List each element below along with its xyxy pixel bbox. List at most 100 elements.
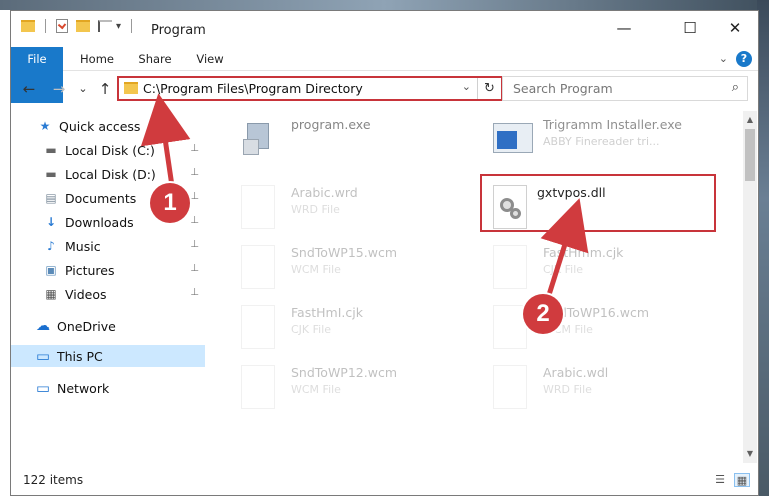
search-placeholder: Search Program xyxy=(513,81,613,96)
pin-icon[interactable]: ⊥ xyxy=(190,191,199,202)
details-view-icon[interactable]: ☰ xyxy=(712,473,728,487)
quick-access-toolbar: ▾ xyxy=(21,19,133,33)
folder-icon xyxy=(21,20,35,32)
cloud-icon: ☁ xyxy=(36,318,50,334)
file-type: WCM File xyxy=(291,383,341,396)
scroll-up-icon[interactable]: ▲ xyxy=(743,113,757,127)
minimize-button[interactable]: — xyxy=(601,15,647,41)
downloads-icon: ↓ xyxy=(45,215,57,229)
separator xyxy=(45,19,46,33)
music-icon: ♪ xyxy=(47,239,55,253)
search-icon[interactable]: ⌕ xyxy=(732,80,739,95)
file-name: Arabic.wrd xyxy=(291,185,358,200)
tab-home[interactable]: Home xyxy=(73,47,121,71)
tiles-view-icon[interactable]: ▦ xyxy=(734,473,750,487)
sidebar-item-label: Network xyxy=(57,380,110,396)
separator xyxy=(131,19,133,33)
file-item[interactable]: SndToWP15.wcm WCM File xyxy=(219,243,449,299)
sidebar-item-local-disk-c[interactable]: ▬ Local Disk (C:) ⊥ xyxy=(11,139,205,161)
file-name: Arabic.wdl xyxy=(543,365,609,380)
help-icon[interactable]: ? xyxy=(736,51,752,67)
address-path[interactable]: C:\Program Files\Program Directory xyxy=(143,81,363,96)
file-highlight-box xyxy=(480,174,716,232)
chevron-down-icon[interactable]: ⌄ xyxy=(462,80,471,93)
pin-icon[interactable]: ⊥ xyxy=(190,239,199,250)
computer-icon: ▭ xyxy=(35,347,51,365)
tab-share[interactable]: Share xyxy=(131,47,179,71)
title-bar: ▾ Program — ☐ ✕ xyxy=(11,11,758,42)
file-icon xyxy=(493,245,527,289)
maximize-button[interactable]: ☐ xyxy=(667,15,713,41)
window-title: Program xyxy=(151,23,206,38)
refresh-button[interactable]: ↻ xyxy=(477,78,501,99)
chevron-down-icon[interactable]: ▾ xyxy=(116,21,121,32)
file-name: FastHmI.cjk xyxy=(291,305,363,320)
sidebar-item-label: Quick access xyxy=(59,118,141,134)
sidebar-item-label: Music xyxy=(65,238,101,254)
file-item[interactable]: FastHmI.cjk CJK File xyxy=(219,303,449,359)
properties-icon[interactable] xyxy=(56,19,68,33)
drive-icon: ▬ xyxy=(45,143,57,157)
pin-icon[interactable]: ⊥ xyxy=(190,287,199,298)
file-icon xyxy=(241,305,275,349)
tab-view[interactable]: View xyxy=(187,47,233,71)
pin-icon[interactable]: ⊥ xyxy=(190,167,199,178)
sidebar-item-videos[interactable]: ▦ Videos ⊥ xyxy=(11,283,205,305)
file-type: WRD File xyxy=(543,383,592,396)
file-icon xyxy=(493,305,527,349)
file-type: ABBY Finereader tri... xyxy=(543,135,660,148)
sidebar-item-label: This PC xyxy=(57,348,103,364)
desktop-wallpaper xyxy=(0,0,769,10)
file-icon xyxy=(241,185,275,229)
sidebar-item-label: Pictures xyxy=(65,262,115,278)
star-icon: ★ xyxy=(39,119,51,133)
status-bar: 122 items ☰ ▦ xyxy=(11,467,758,495)
back-button[interactable]: ← xyxy=(19,79,39,99)
customize-toolbar-icon[interactable] xyxy=(98,20,112,32)
file-name: FastHmm.cjk xyxy=(543,245,624,260)
sidebar-item-network[interactable]: ▭ Network xyxy=(11,377,205,399)
address-bar[interactable]: C:\Program Files\Program Directory ⌄ ↻ xyxy=(117,76,503,101)
scroll-down-icon[interactable]: ▼ xyxy=(743,447,757,461)
vertical-scrollbar[interactable]: ▲ ▼ xyxy=(743,111,757,463)
sidebar-item-label: Downloads xyxy=(65,214,134,230)
file-name: SndToWP12.wcm xyxy=(291,365,397,380)
scrollbar-thumb[interactable] xyxy=(745,129,755,181)
file-item[interactable]: FastHmm.cjk CJK File xyxy=(471,243,701,299)
file-item[interactable]: Arabic.wdl WRD File xyxy=(471,363,701,419)
recent-locations-button[interactable]: ⌄ xyxy=(73,79,93,99)
pin-icon[interactable]: ⊥ xyxy=(190,263,199,274)
up-button[interactable]: ↑ xyxy=(95,79,115,99)
file-item[interactable]: program.exe xyxy=(219,115,449,171)
sidebar-item-this-pc[interactable]: ▭ This PC xyxy=(11,345,205,367)
search-input[interactable]: Search Program ⌕ xyxy=(502,76,748,101)
file-icon xyxy=(241,365,275,409)
sidebar-item-local-disk-d[interactable]: ▬ Local Disk (D:) ⊥ xyxy=(11,163,205,185)
file-item[interactable]: Trigramm Installer.exe ABBY Finereader t… xyxy=(471,115,701,171)
file-name: Trigramm Installer.exe xyxy=(543,117,682,132)
file-item[interactable]: SndToWP16.wcm WCM File xyxy=(471,303,701,359)
new-folder-icon[interactable] xyxy=(76,20,90,32)
close-button[interactable]: ✕ xyxy=(712,15,758,41)
pin-icon[interactable]: ⊥ xyxy=(190,143,199,154)
forward-button[interactable]: → xyxy=(49,79,69,99)
pictures-icon: ▣ xyxy=(45,263,57,277)
sidebar-item-quick-access[interactable]: ★ Quick access xyxy=(11,115,205,137)
installer-icon xyxy=(241,117,275,161)
sidebar-item-music[interactable]: ♪ Music ⊥ xyxy=(11,235,205,257)
file-type: CJK File xyxy=(543,263,584,276)
step-2-callout: 2 xyxy=(523,294,563,334)
sidebar-item-pictures[interactable]: ▣ Pictures ⊥ xyxy=(11,259,205,281)
sidebar-item-label: Documents xyxy=(65,190,137,206)
application-icon xyxy=(493,117,533,161)
file-item[interactable]: Arabic.wrd WRD File xyxy=(219,183,449,239)
sidebar-item-onedrive[interactable]: ☁ OneDrive xyxy=(11,315,205,337)
file-item[interactable]: SndToWP12.wcm WCM File xyxy=(219,363,449,419)
item-count: 122 items xyxy=(23,473,84,487)
pin-icon[interactable]: ⊥ xyxy=(190,215,199,226)
drive-icon: ▬ xyxy=(45,167,57,181)
network-icon: ▭ xyxy=(35,379,51,397)
file-type: WCM File xyxy=(291,263,341,276)
chevron-down-icon[interactable]: ⌄ xyxy=(719,52,728,65)
sidebar-item-label: Local Disk (C:) xyxy=(65,142,155,158)
